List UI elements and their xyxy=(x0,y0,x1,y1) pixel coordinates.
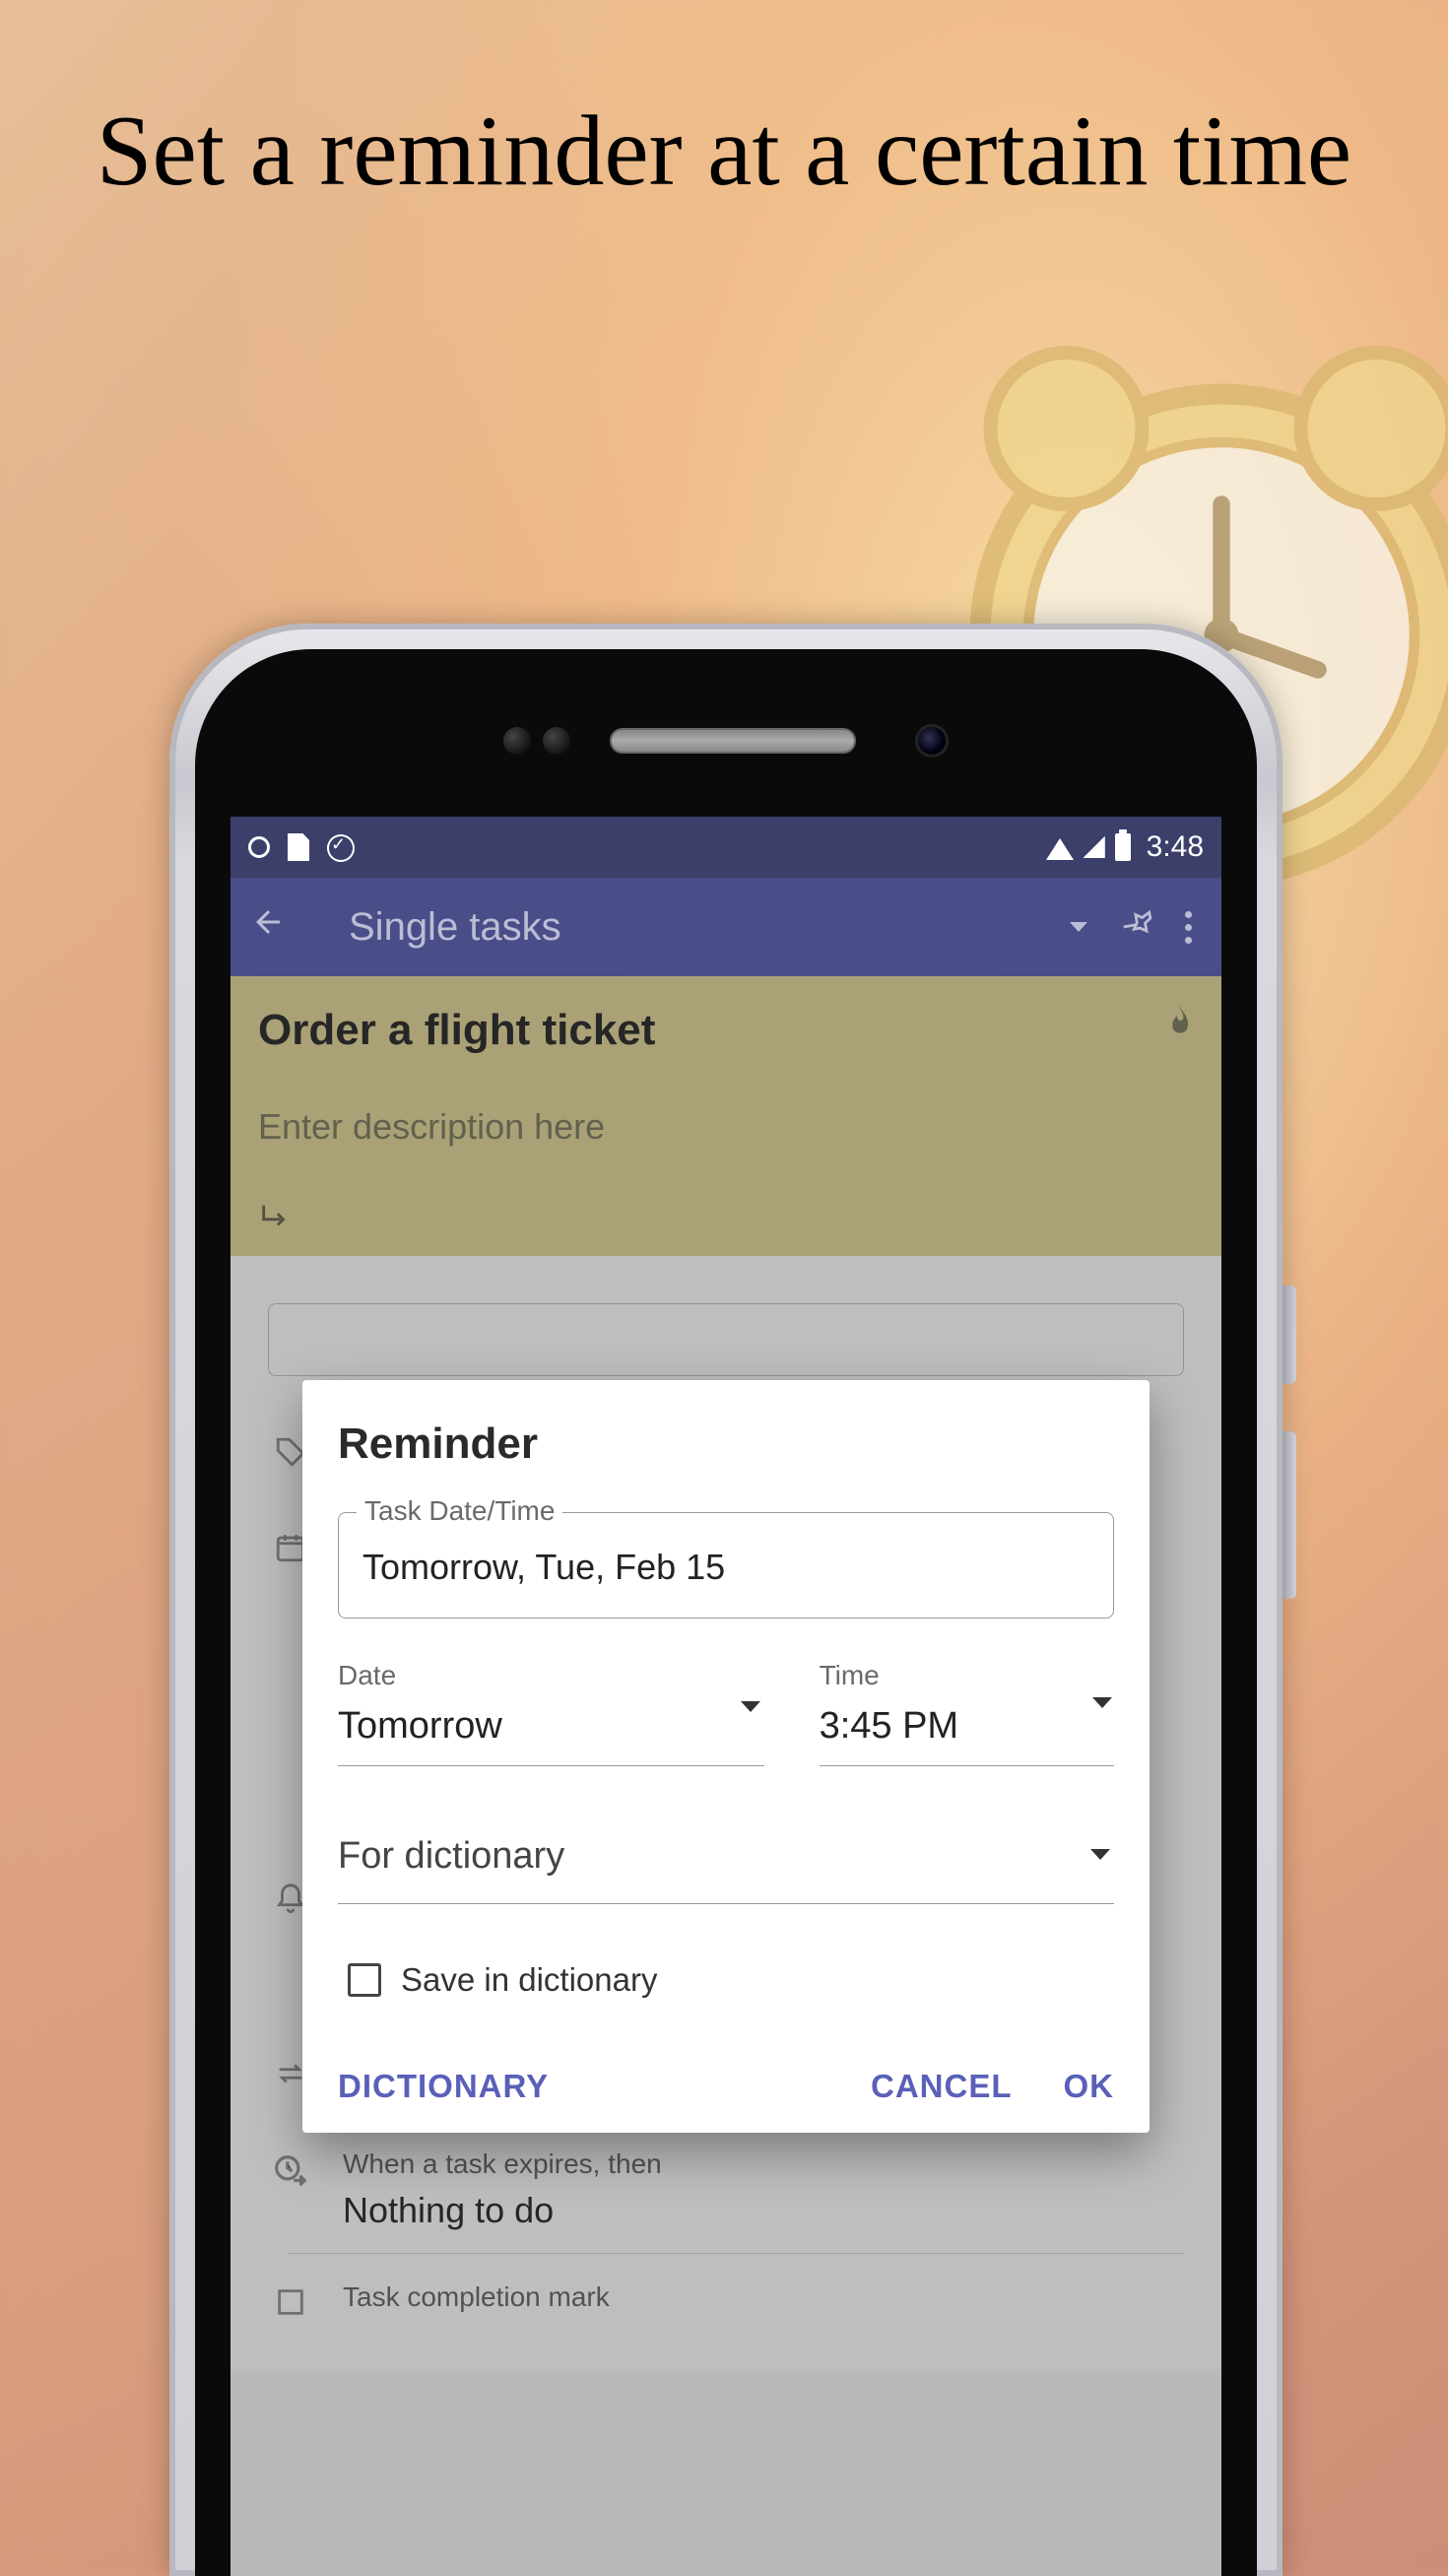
task-datetime-value: Tomorrow, Tue, Feb 15 xyxy=(362,1547,1089,1588)
dropdown-caret-icon[interactable] xyxy=(1070,922,1087,932)
save-label: Save in dictionary xyxy=(401,1961,657,1999)
status-time: 3:48 xyxy=(1147,830,1204,864)
cancel-button[interactable]: CANCEL xyxy=(871,2068,1013,2105)
status-icon xyxy=(248,836,270,858)
promo-headline: Set a reminder at a certain time xyxy=(0,94,1448,209)
chevron-down-icon xyxy=(1092,1697,1112,1708)
phone-side-button xyxy=(1283,1286,1296,1384)
arrow-left-icon xyxy=(250,904,286,940)
kebab-dot-icon xyxy=(1185,924,1192,931)
app-bar-title: Single tasks xyxy=(292,905,1048,950)
sd-card-icon xyxy=(288,833,309,861)
battery-icon xyxy=(1115,833,1131,861)
phone-sensor-bar xyxy=(195,716,1257,765)
task-app-icon xyxy=(327,834,353,860)
phone-frame: 3:48 Single tasks xyxy=(169,624,1283,2576)
time-dropdown[interactable]: Time 3:45 PM xyxy=(820,1660,1114,1766)
date-value: Tomorrow xyxy=(338,1705,764,1766)
screen-content: Order a flight ticket Enter description … xyxy=(230,976,1221,2576)
task-datetime-legend: Task Date/Time xyxy=(357,1495,562,1527)
kebab-dot-icon xyxy=(1185,937,1192,944)
ok-button[interactable]: OK xyxy=(1064,2068,1115,2105)
pin-button[interactable] xyxy=(1102,892,1175,961)
chevron-down-icon xyxy=(1090,1849,1110,1860)
app-bar: Single tasks xyxy=(230,878,1221,976)
dictionary-button[interactable]: DICTIONARY xyxy=(338,2068,549,2105)
date-label: Date xyxy=(338,1660,764,1691)
back-button[interactable] xyxy=(244,904,292,950)
dictionary-dropdown[interactable]: For dictionary xyxy=(338,1835,1114,1904)
kebab-dot-icon xyxy=(1185,911,1192,918)
dialog-title: Reminder xyxy=(338,1420,1114,1469)
phone-side-button xyxy=(1283,1431,1296,1599)
date-dropdown[interactable]: Date Tomorrow xyxy=(338,1660,764,1766)
time-value: 3:45 PM xyxy=(820,1705,1114,1766)
pin-icon xyxy=(1118,900,1164,947)
wifi-icon xyxy=(1046,838,1074,860)
android-status-bar: 3:48 xyxy=(230,817,1221,878)
dictionary-value: For dictionary xyxy=(338,1835,1114,1878)
phone-screen: 3:48 Single tasks xyxy=(230,817,1221,2576)
task-datetime-field[interactable]: Task Date/Time Tomorrow, Tue, Feb 15 xyxy=(338,1512,1114,1618)
reminder-dialog: Reminder Task Date/Time Tomorrow, Tue, F… xyxy=(302,1380,1150,2133)
save-checkbox[interactable] xyxy=(348,1963,381,1997)
time-label: Time xyxy=(820,1660,1114,1691)
chevron-down-icon xyxy=(741,1701,760,1712)
signal-icon xyxy=(1084,836,1105,858)
save-in-dictionary-row[interactable]: Save in dictionary xyxy=(338,1961,1114,1999)
